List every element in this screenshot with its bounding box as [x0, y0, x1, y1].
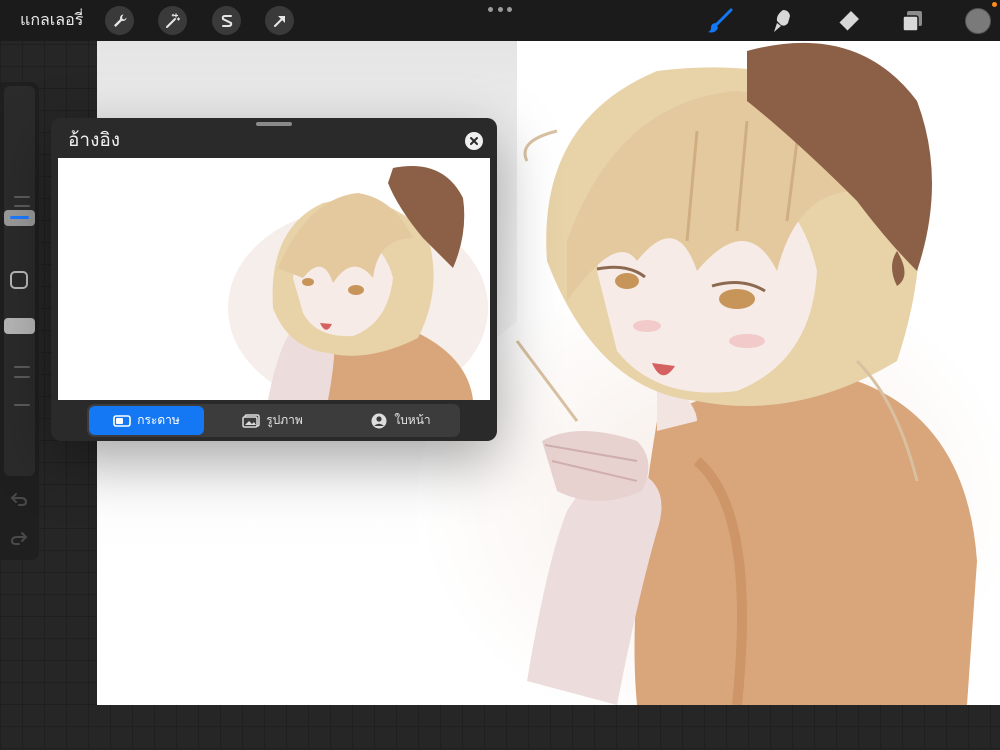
selection-button[interactable]: [212, 6, 241, 35]
tab-face[interactable]: ใบหน้า: [343, 406, 458, 435]
left-sidebar: [0, 82, 39, 560]
reference-thumbnail: [228, 166, 488, 400]
face-icon: [370, 413, 388, 428]
transform-button[interactable]: [265, 6, 294, 35]
undo-icon: [10, 493, 28, 506]
dot: [507, 6, 512, 12]
opacity-thumb[interactable]: [4, 318, 35, 334]
color-picker-button[interactable]: [965, 8, 991, 34]
eraser-icon: [838, 11, 859, 32]
canvas-icon: [113, 414, 131, 428]
modify-button[interactable]: [10, 271, 28, 289]
dot: [488, 6, 493, 12]
top-toolbar: แกลเลอรี่: [0, 0, 1000, 41]
slider-tick: [14, 376, 30, 378]
layers-button[interactable]: [898, 6, 928, 36]
tab-canvas-label: กระดาษ: [137, 413, 180, 427]
redo-icon: [10, 532, 28, 545]
status-indicator: [992, 2, 997, 7]
layers-icon: [902, 11, 922, 32]
more-options-button[interactable]: [488, 4, 512, 14]
tab-canvas[interactable]: กระดาษ: [89, 406, 204, 435]
reference-preview: [58, 158, 490, 400]
magic-wand-icon: [165, 12, 180, 28]
tab-image[interactable]: รูปภาพ: [215, 406, 330, 435]
slider-tick: [14, 366, 30, 368]
gallery-button[interactable]: แกลเลอรี่: [20, 9, 83, 31]
brush-icon: [708, 8, 733, 33]
selection-icon: [221, 14, 232, 27]
transform-arrow-icon: [273, 15, 285, 27]
dot: [497, 6, 503, 12]
brush-size-thumb[interactable]: [4, 210, 35, 226]
tab-face-label: ใบหน้า: [394, 413, 431, 427]
close-button[interactable]: [465, 132, 483, 150]
adjustments-button[interactable]: [158, 6, 187, 35]
tab-image-label: รูปภาพ: [266, 413, 303, 427]
smudge-tool-button[interactable]: [768, 6, 798, 36]
eraser-tool-button[interactable]: [833, 6, 863, 36]
slider-tick: [14, 404, 30, 406]
image-icon: [242, 413, 260, 428]
slider-tick: [14, 205, 30, 207]
smudge-icon: [774, 10, 790, 32]
reference-panel[interactable]: อ้างอิง กระดาษ รูปภาพ ใบหน้า: [51, 118, 497, 441]
reference-title: อ้างอิง: [68, 129, 121, 151]
actions-wrench-button[interactable]: [105, 6, 134, 35]
reference-mode-segmented-control: กระดาษ รูปภาพ ใบหน้า: [87, 404, 460, 437]
wrench-icon: [113, 14, 126, 27]
drag-handle[interactable]: [256, 122, 292, 126]
slider-tick: [14, 196, 30, 198]
close-icon: [470, 137, 478, 145]
undo-button[interactable]: [9, 489, 29, 509]
redo-button[interactable]: [9, 528, 29, 548]
brush-tool-button[interactable]: [705, 6, 735, 36]
